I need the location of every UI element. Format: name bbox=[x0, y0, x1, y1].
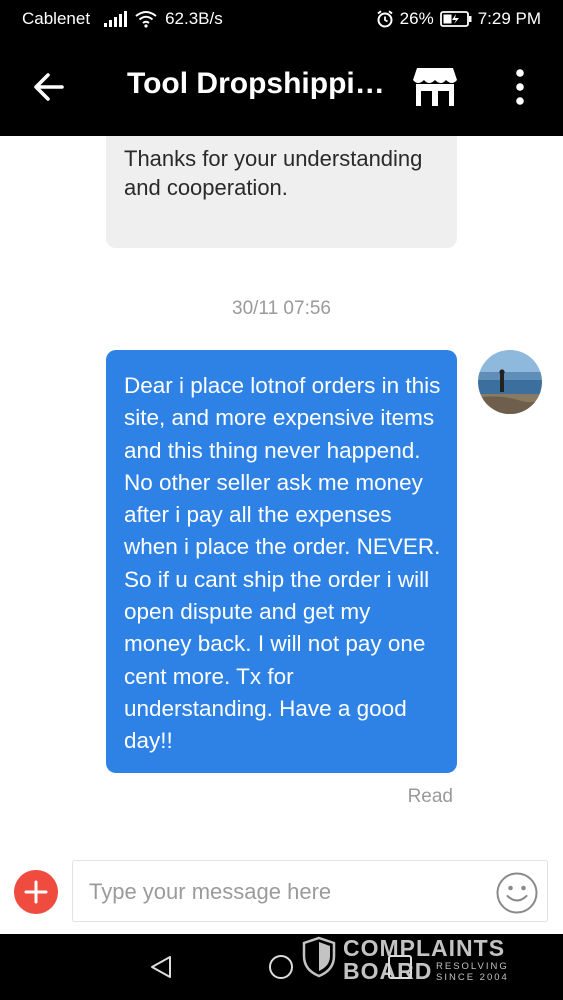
app-bar: Tool Dropshippi… bbox=[0, 38, 563, 136]
message-input[interactable] bbox=[89, 877, 479, 907]
battery-percent-label: 26% bbox=[399, 9, 434, 28]
clock-label: 7:29 PM bbox=[477, 9, 541, 28]
composer-bar bbox=[0, 858, 563, 934]
avatar-photo bbox=[478, 350, 542, 414]
nav-home-icon[interactable] bbox=[268, 954, 294, 980]
wifi-icon bbox=[135, 11, 157, 28]
signal-icon bbox=[104, 11, 128, 27]
status-right: 26% 7:29 PM bbox=[376, 9, 541, 29]
more-vertical-icon[interactable] bbox=[508, 66, 532, 108]
chat-thread[interactable]: Thanks for your understanding and cooper… bbox=[0, 136, 563, 858]
watermark-tagline1: RESOLVING bbox=[436, 961, 509, 972]
incoming-message-bubble[interactable]: Thanks for your understanding and cooper… bbox=[106, 136, 457, 248]
net-speed-label: 62.3B/s bbox=[165, 9, 223, 28]
back-arrow-icon[interactable] bbox=[30, 68, 68, 106]
message-timestamp: 30/11 07:56 bbox=[232, 298, 331, 319]
watermark-tagline2: SINCE 2004 bbox=[436, 972, 509, 983]
read-receipt: Read bbox=[407, 786, 453, 807]
status-left: Cablenet 62.3B/s bbox=[22, 9, 223, 29]
shield-logo-icon bbox=[302, 936, 336, 978]
incoming-message-text: Thanks for your understanding and cooper… bbox=[124, 146, 423, 200]
nav-back-icon[interactable] bbox=[148, 954, 174, 980]
message-input-box bbox=[72, 860, 548, 922]
store-icon[interactable] bbox=[412, 66, 458, 108]
alarm-icon bbox=[377, 10, 393, 28]
outgoing-message-bubble[interactable]: Dear i place lotnof orders in this site,… bbox=[106, 350, 457, 773]
status-bar: Cablenet 62.3B/s 26% 7:29 PM bbox=[0, 0, 563, 38]
complaints-board-watermark: COMPLAINTS BOARD RESOLVING SINCE 2004 bbox=[302, 934, 522, 984]
carrier-label: Cablenet bbox=[22, 9, 91, 28]
battery-icon bbox=[439, 11, 472, 27]
emoji-icon[interactable] bbox=[495, 871, 539, 915]
avatar[interactable] bbox=[478, 350, 542, 414]
outgoing-message-text: Dear i place lotnof orders in this site,… bbox=[124, 373, 441, 754]
watermark-line2: BOARD bbox=[343, 958, 433, 984]
page-title: Tool Dropshippi… bbox=[127, 67, 385, 100]
plus-icon bbox=[24, 880, 48, 904]
add-attachment-button[interactable] bbox=[14, 870, 58, 914]
